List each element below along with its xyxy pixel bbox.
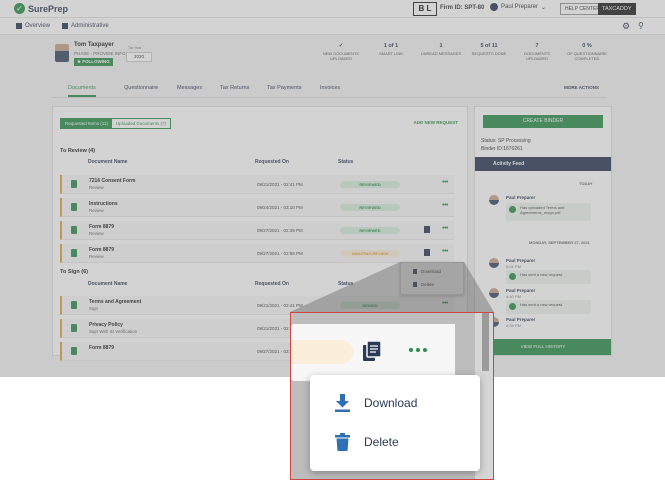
copy-icon[interactable]: [363, 341, 381, 361]
scrollbar-thumb[interactable]: [482, 313, 489, 371]
delete-label: Delete: [364, 435, 399, 449]
delete-menu-item[interactable]: Delete: [334, 432, 399, 452]
trash-icon: [335, 433, 350, 451]
zoomed-row: [291, 324, 455, 381]
zoomed-status-badge: [291, 340, 353, 364]
row-actions-menu: Download Delete: [310, 375, 480, 471]
download-label: Download: [364, 396, 418, 410]
download-icon: [335, 394, 350, 412]
more-options-icon[interactable]: [409, 348, 427, 352]
download-menu-item[interactable]: Download: [334, 393, 417, 413]
